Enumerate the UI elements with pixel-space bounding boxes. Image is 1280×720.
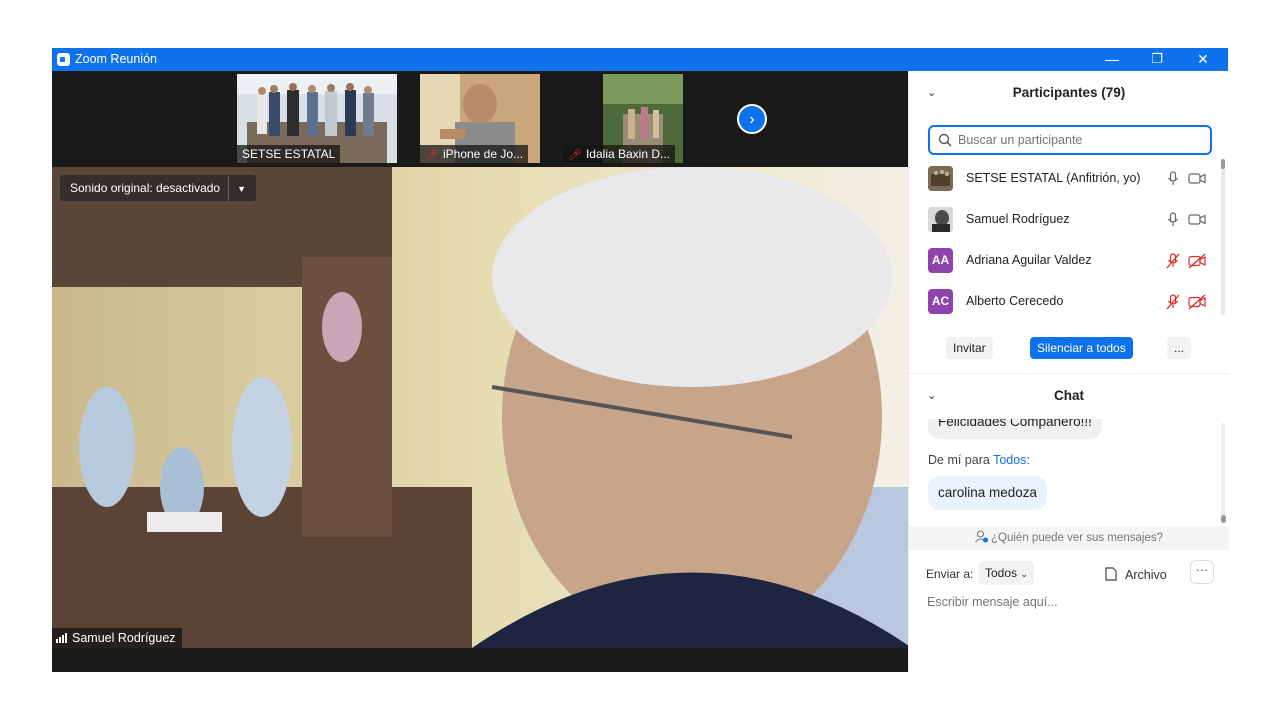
video-camera-icon[interactable]	[1188, 213, 1206, 226]
original-sound-label: Sonido original: desactivado	[70, 181, 221, 195]
mute-all-button[interactable]: Silenciar a todos	[1030, 337, 1133, 359]
thumbnail-name: SETSE ESTATAL	[237, 145, 341, 163]
microphone-icon[interactable]	[1167, 171, 1179, 187]
file-icon	[1105, 567, 1117, 581]
restore-button[interactable]: ❐	[1134, 48, 1180, 71]
speaker-name-tag: Samuel Rodríguez	[52, 628, 182, 648]
mic-muted-icon: 🎤︎	[568, 149, 582, 161]
chat-scrollbar-thumb[interactable]	[1221, 515, 1226, 523]
microphone-muted-icon[interactable]	[1165, 294, 1181, 310]
chat-more-button[interactable]: ···	[1190, 560, 1214, 584]
video-camera-icon[interactable]	[1188, 172, 1206, 185]
chat-message: carolina medoza	[928, 476, 1048, 510]
microphone-muted-icon[interactable]	[1165, 253, 1181, 269]
person-info-icon	[975, 530, 989, 543]
search-input[interactable]	[956, 132, 1200, 148]
avatar	[928, 207, 953, 232]
more-options-button[interactable]: ...	[1167, 337, 1192, 359]
thumbnail-setse-estatal[interactable]: SETSE ESTATAL	[237, 74, 397, 163]
participants-scrollbar[interactable]	[1221, 159, 1225, 315]
thumbnail-name: 🎤︎ iPhone de Jo...	[420, 145, 529, 163]
thumbnail-name: 🎤︎ Idalia Baxin D...	[563, 145, 676, 163]
microphone-icon[interactable]	[1167, 212, 1179, 228]
send-to-label: Enviar a:	[926, 567, 974, 581]
mic-muted-icon: 🎤︎	[425, 149, 439, 161]
zoom-window: Zoom Reunión — ❐ ✕ SETSE ESTATAL 🎤︎ iPho…	[52, 48, 1229, 672]
chevron-down-icon[interactable]: ⌄	[927, 374, 936, 418]
original-sound-toggle[interactable]: Sonido original: desactivado ▼	[60, 175, 257, 202]
zoom-app-icon	[57, 53, 70, 66]
participant-row[interactable]: AA Adriana Aguilar Valdez	[909, 241, 1221, 281]
chat-scrollbar[interactable]	[1221, 423, 1225, 523]
file-button[interactable]: Archivo	[1105, 567, 1167, 582]
participants-header: ⌄ Participantes (79)	[909, 71, 1229, 115]
avatar	[928, 166, 953, 191]
signal-strength-icon	[56, 629, 68, 648]
avatar: AA	[928, 248, 953, 273]
thumbnail-idalia[interactable]: 🎤︎ Idalia Baxin D...	[563, 74, 723, 163]
participant-row[interactable]: Samuel Rodríguez	[909, 200, 1221, 240]
who-can-see-link[interactable]: ¿Quién puede ver sus mensajes?	[909, 526, 1229, 550]
video-camera-off-icon[interactable]	[1188, 253, 1206, 269]
chat-sender-line: De mí para Todos:	[928, 453, 1030, 467]
video-area: SETSE ESTATAL 🎤︎ iPhone de Jo... 🎤︎ Idal…	[52, 71, 908, 672]
speaker-video-image	[52, 167, 908, 648]
close-button[interactable]: ✕	[1180, 48, 1226, 71]
chevron-down-icon[interactable]: ▼	[228, 176, 246, 202]
participant-row[interactable]: AC Alberto Cerecedo	[909, 282, 1221, 322]
invite-button[interactable]: Invitar	[946, 337, 993, 359]
video-bottom-bar	[52, 648, 908, 672]
window-title: Zoom Reunión	[75, 52, 157, 66]
search-icon	[938, 133, 952, 147]
chat-header: ⌄ Chat	[909, 374, 1229, 418]
minimize-button[interactable]: —	[1089, 48, 1135, 71]
side-panel: ⌄ Participantes (79) SETSE ESTATAL (Anfi…	[908, 71, 1229, 672]
chevron-down-icon[interactable]: ⌄	[927, 71, 936, 115]
avatar: AC	[928, 289, 953, 314]
participants-title: Participantes (79)	[1012, 85, 1126, 100]
thumbnail-strip: SETSE ESTATAL 🎤︎ iPhone de Jo... 🎤︎ Idal…	[52, 71, 908, 167]
next-page-button[interactable]: ›	[737, 104, 767, 134]
thumbnail-iphone[interactable]: 🎤︎ iPhone de Jo...	[420, 74, 540, 163]
participant-search[interactable]	[928, 125, 1212, 155]
participants-scrollbar-thumb[interactable]	[1221, 159, 1225, 169]
title-bar: Zoom Reunión — ❐ ✕	[52, 48, 1228, 71]
chevron-down-icon: ⌄	[1020, 569, 1028, 579]
chat-title: Chat	[1054, 388, 1084, 403]
send-to-dropdown[interactable]: Todos ⌄	[979, 561, 1034, 585]
participant-row[interactable]: SETSE ESTATAL (Anfitrión, yo)	[909, 159, 1221, 199]
main-video: Sonido original: desactivado ▼ Samuel Rod…	[52, 167, 908, 648]
video-camera-off-icon[interactable]	[1188, 294, 1206, 310]
chat-message-input[interactable]	[925, 594, 1209, 610]
chat-message: Felicidades Compañero!!!	[928, 419, 1102, 439]
